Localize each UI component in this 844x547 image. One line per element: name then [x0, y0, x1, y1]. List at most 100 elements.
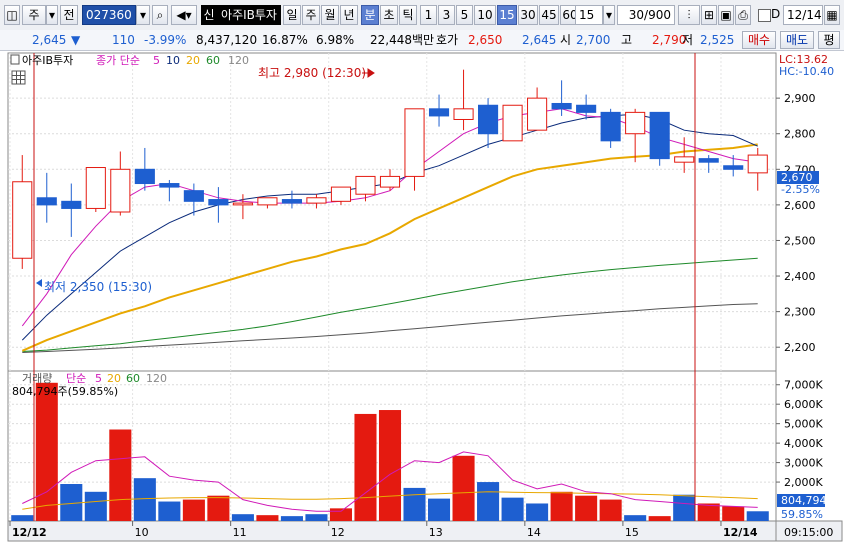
- chart-area: 2,900 2,800 2,700 2,600 2,500 2,400 2,300 2,200…: [0, 51, 844, 544]
- candle-body: [208, 199, 229, 206]
- period-minute[interactable]: 분: [361, 5, 379, 25]
- interval-dropdown-icon[interactable]: ▾: [603, 5, 615, 25]
- vol-ma5-label: 5: [95, 372, 102, 385]
- period-week[interactable]: 주: [302, 5, 320, 25]
- volume-bar: [477, 482, 500, 521]
- panel-stock-name: 아주IB투자: [22, 54, 73, 67]
- candle-body: [674, 156, 695, 163]
- ma20-label: 20: [186, 54, 200, 67]
- interval-15[interactable]: 15: [497, 5, 517, 25]
- date-checkbox[interactable]: [758, 9, 771, 22]
- price-tick-label: 2,800: [784, 128, 816, 141]
- volume-bar: [452, 455, 475, 521]
- volume-bar: [746, 511, 769, 521]
- volume-tick-label: 7,000K: [784, 379, 823, 392]
- print-icon[interactable]: ⎙: [735, 5, 751, 25]
- crosshair-icon[interactable]: ⊞: [701, 5, 717, 25]
- count-input[interactable]: 30/900: [617, 5, 675, 25]
- company-name[interactable]: 아주IB투자: [217, 5, 281, 25]
- market-dropdown-icon[interactable]: ▾: [46, 5, 58, 25]
- ma60-label: 60: [206, 54, 220, 67]
- date-input[interactable]: 12/14: [783, 5, 823, 25]
- volume-bar: [428, 498, 451, 521]
- quote-ratio: 6.98%: [316, 33, 355, 47]
- x-axis-label: 13: [429, 526, 443, 539]
- price-tick-label: 2,200: [784, 341, 816, 354]
- quote-price: 2,645: [32, 33, 67, 47]
- period-year[interactable]: 년: [340, 5, 358, 25]
- time-label: 09:15:00: [784, 526, 833, 539]
- candle-body: [527, 97, 548, 131]
- volume-bar: [133, 478, 156, 521]
- quote-change: 110: [112, 33, 135, 47]
- interval-3[interactable]: 3: [438, 5, 455, 25]
- high-annotation: 최고 2,980 (12:30): [258, 66, 366, 80]
- price-tick-label: 2,300: [784, 306, 816, 319]
- quote-volume: 8,437,120: [196, 33, 258, 47]
- interval-30[interactable]: 30: [518, 5, 538, 25]
- market-select[interactable]: 주: [22, 5, 46, 25]
- company-badge: 신: [201, 5, 217, 25]
- vol-ma-label: 단순: [66, 372, 86, 385]
- x-axis-label: 15: [625, 526, 639, 539]
- quote-bar: 2,645 ▼ 110 -3.99% 8,437,120 16.87% 6.98…: [0, 30, 844, 51]
- candle-body: [478, 104, 499, 135]
- candle-body: [281, 199, 302, 204]
- candle-body: [379, 175, 401, 188]
- candle-body: [723, 165, 744, 170]
- volume-bar: [35, 382, 58, 521]
- candle-body: [649, 111, 670, 160]
- chart-type-icon[interactable]: ◫: [4, 5, 20, 25]
- candle-body: [625, 111, 646, 135]
- sell-button[interactable]: 매도: [780, 31, 814, 49]
- quote-open: 2,700: [576, 33, 611, 47]
- candle-body: [183, 190, 204, 202]
- x-axis-label: 12/12: [12, 526, 47, 539]
- interval-10[interactable]: 10: [474, 5, 496, 25]
- period-tick[interactable]: 틱: [399, 5, 417, 25]
- code-dropdown-icon[interactable]: ▾: [136, 5, 150, 25]
- period-second[interactable]: 초: [380, 5, 398, 25]
- period-day[interactable]: 일: [283, 5, 301, 25]
- current-volume: 804,794: [781, 494, 827, 507]
- eval-button[interactable]: 평: [818, 31, 840, 49]
- volume-bar: [231, 514, 254, 521]
- volume-bar: [280, 516, 303, 521]
- candle-body: [698, 158, 719, 163]
- save-icon[interactable]: ▣: [718, 5, 734, 25]
- volume-bar: [109, 429, 132, 521]
- x-axis-label: 10: [135, 526, 149, 539]
- board-select[interactable]: 전: [60, 5, 78, 25]
- candle-body: [576, 104, 597, 113]
- volume-bar: [550, 491, 573, 521]
- volume-bar: [11, 515, 34, 521]
- interval-45[interactable]: 45: [539, 5, 559, 25]
- volume-axis-ticks: 7,000K 6,000K 5,000K 4,000K 3,000K 2,000K: [776, 379, 823, 489]
- grid-toggle-icon[interactable]: [11, 70, 26, 85]
- x-axis-bar: [7, 520, 777, 542]
- candle-body: [453, 108, 474, 120]
- volume-bar: [158, 501, 181, 521]
- volume-bar: [403, 487, 426, 521]
- current-volume-pct: 59.85%: [781, 508, 823, 521]
- open-label: 시: [560, 33, 572, 47]
- stock-code-input[interactable]: 027360: [82, 5, 136, 25]
- search-icon[interactable]: ⌕: [152, 5, 168, 25]
- candle: [85, 167, 106, 212]
- interval-custom-input[interactable]: 15: [575, 5, 603, 25]
- interval-5[interactable]: 5: [456, 5, 473, 25]
- current-price-pct: -2.55%: [781, 183, 820, 196]
- interval-1[interactable]: 1: [420, 5, 437, 25]
- period-month[interactable]: 월: [321, 5, 339, 25]
- buy-button[interactable]: 매수: [742, 31, 776, 49]
- calendar-icon[interactable]: ▦: [824, 5, 840, 25]
- volume-summary: 804,794주(59.85%): [12, 385, 118, 398]
- volume-tick-label: 5,000K: [784, 418, 823, 431]
- candle-body: [61, 200, 82, 209]
- ma5-label: 5: [153, 54, 160, 67]
- indicator-icon[interactable]: ⫶: [678, 5, 700, 25]
- speaker-icon[interactable]: ◀▾: [171, 5, 197, 25]
- candle-body: [12, 181, 33, 259]
- candle: [649, 111, 670, 166]
- x-axis-label: 11: [233, 526, 247, 539]
